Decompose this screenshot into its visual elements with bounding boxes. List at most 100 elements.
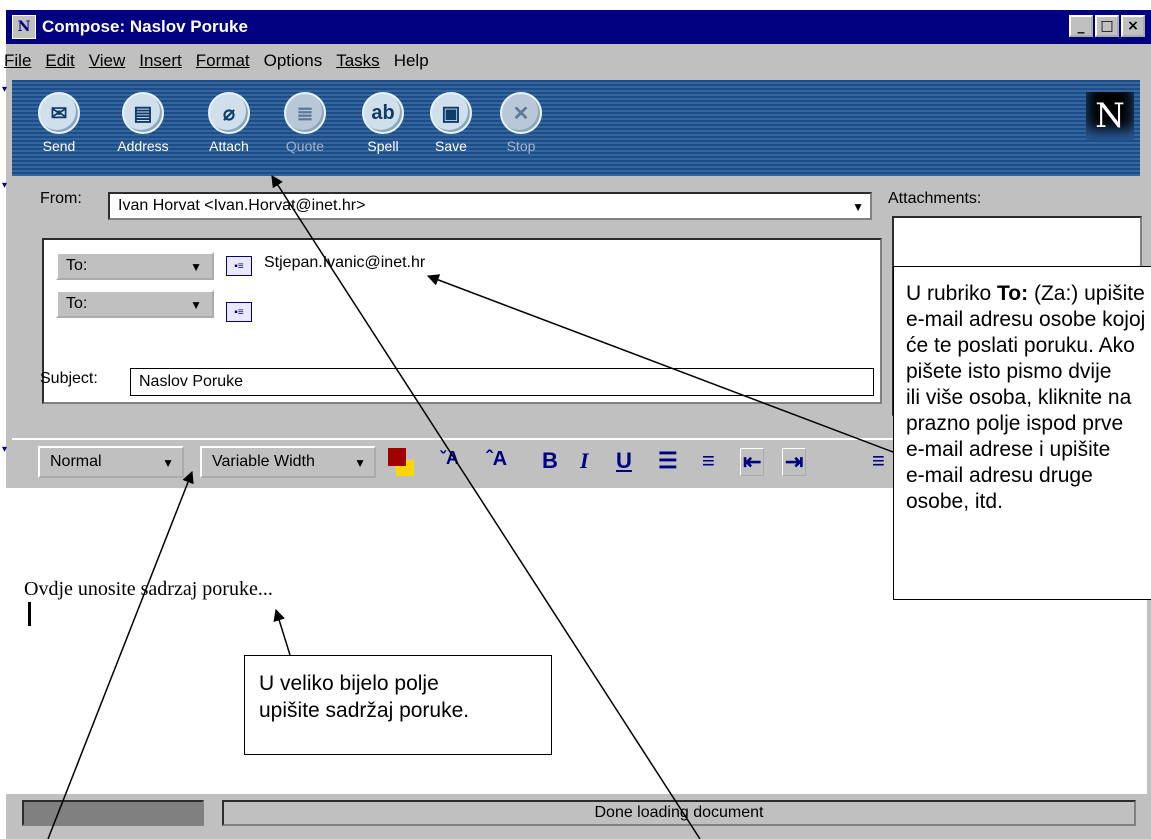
address-book-icon: ▤ [122, 92, 164, 134]
send-label: Send [42, 138, 76, 154]
alignment-icon[interactable]: ≡ [872, 448, 885, 474]
callout-to-line-5: ili više osoba, kliknite na [906, 386, 1132, 409]
recipient-type-2: To: [66, 295, 88, 312]
close-button[interactable]: × [1121, 15, 1145, 37]
chevron-down-icon: ▼ [190, 298, 202, 312]
menu-tasks-label: Tasks [336, 51, 380, 70]
menu-insert[interactable]: Insert [139, 51, 182, 71]
save-button[interactable]: ▣ Save [416, 92, 486, 154]
callout-to-lead: U rubriko [906, 282, 998, 305]
menu-edit-label: Edit [45, 51, 75, 70]
menu-view-label: View [88, 51, 126, 70]
menu-help[interactable]: Help [394, 51, 429, 71]
stop-icon: ✕ [500, 92, 542, 134]
toolbar-grip-icon[interactable]: ▾ [2, 84, 10, 95]
callout-to-line-6: prazno polje ispod prve [906, 412, 1124, 435]
address-card-icon[interactable]: ▪≡ [226, 302, 252, 322]
status-bar: Done loading document [6, 794, 1147, 839]
chevron-down-icon: ▼ [354, 456, 366, 470]
callout-to-line-4: pišete isto pismo dvije [906, 360, 1112, 383]
spell-button[interactable]: ab Spell [348, 92, 418, 154]
menu-file-label: File [4, 51, 32, 70]
address-button[interactable]: ▤ Address [108, 92, 178, 154]
send-button[interactable]: ✉ Send [24, 92, 94, 154]
from-value: Ivan Horvat <Ivan.Horvat@inet.hr> [118, 197, 366, 214]
bold-icon[interactable]: B [542, 448, 558, 474]
message-body-text[interactable]: Ovdje unosite sadrzaj poruke... [24, 578, 273, 601]
font-select[interactable]: Variable Width ▼ [200, 446, 376, 478]
callout-to-line-8: e-mail adresu druge [906, 464, 1093, 487]
status-text: Done loading document [222, 800, 1136, 826]
title-bar[interactable]: N Compose: Naslov Poruke _ □ × [6, 10, 1151, 44]
chevron-down-icon: ▼ [162, 456, 174, 470]
recipient-type-select-2[interactable]: To: ▼ [56, 290, 214, 318]
send-icon: ✉ [38, 92, 80, 134]
save-icon: ▣ [430, 92, 472, 134]
address-grip-icon[interactable]: ▾ [2, 180, 10, 191]
paragraph-style-value: Normal [50, 453, 102, 470]
menu-bar: File Edit View Insert Format Options Tas… [4, 46, 429, 76]
decrease-indent-icon[interactable]: ⇤ [740, 448, 765, 476]
increase-indent-icon[interactable]: ⇥ [782, 448, 807, 476]
from-label: From: [40, 190, 82, 207]
menu-file[interactable]: File [4, 51, 31, 71]
spell-label: Spell [367, 138, 399, 154]
paragraph-style-select[interactable]: Normal ▼ [38, 446, 184, 478]
stop-label: Stop [506, 138, 536, 154]
callout-to-line-1: (Za:) upišite [1028, 282, 1145, 305]
quote-label: Quote [285, 138, 325, 154]
menu-tasks[interactable]: Tasks [336, 51, 379, 71]
bullet-list-icon[interactable]: ☰ [658, 448, 678, 474]
font-value: Variable Width [212, 453, 315, 470]
text-color-button[interactable] [388, 446, 418, 478]
quote-icon: ≣ [284, 92, 326, 134]
attach-button[interactable]: ⌀ Attach [194, 92, 264, 154]
menu-insert-label: Insert [139, 51, 182, 70]
menu-format[interactable]: Format [196, 51, 250, 71]
subject-label: Subject: [40, 370, 98, 387]
netscape-logo[interactable]: N [1086, 92, 1134, 140]
callout-to-line-2: e-mail adresu osobe kojoj [906, 308, 1146, 331]
window-title: Compose: Naslov Poruke [42, 17, 248, 36]
netscape-app-icon: N [12, 15, 36, 39]
quote-button[interactable]: ≣ Quote [270, 92, 340, 154]
subject-input[interactable]: Naslov Poruke [130, 368, 874, 396]
increase-font-size-icon[interactable]: ˆA [486, 448, 507, 471]
from-select[interactable]: Ivan Horvat <Ivan.Horvat@inet.hr> ▼ [108, 192, 872, 220]
stop-button[interactable]: ✕ Stop [486, 92, 556, 154]
callout-to-line-3: će te poslati poruku. Ako [906, 334, 1135, 357]
recipient-type-select-1[interactable]: To: ▼ [56, 252, 214, 280]
text-color-swatch [388, 448, 406, 466]
menu-options[interactable]: Options [264, 51, 323, 71]
recipient-address-1[interactable]: Stjepan.Ivanic@inet.hr [264, 254, 425, 272]
numbered-list-icon[interactable]: ≡ [702, 448, 715, 474]
underline-icon[interactable]: U [616, 448, 632, 474]
save-label: Save [435, 138, 467, 154]
callout-to-line-7: e-mail adrese i upišite [906, 438, 1111, 461]
callout-to-field: U rubriko To: (Za:) upišite e-mail adres… [893, 266, 1151, 600]
menu-edit[interactable]: Edit [45, 51, 74, 71]
spell-check-icon: ab [362, 92, 404, 134]
menu-view[interactable]: View [89, 51, 126, 71]
chevron-down-icon: ▼ [190, 260, 202, 274]
progress-indicator [22, 800, 204, 826]
italic-icon[interactable]: I [580, 448, 589, 474]
paperclip-icon: ⌀ [208, 92, 250, 134]
format-grip-icon[interactable]: ▾ [2, 444, 10, 455]
maximize-button[interactable]: □ [1095, 15, 1119, 37]
callout-to-bold: To: [997, 282, 1029, 305]
attachments-label: Attachments: [888, 190, 982, 207]
callout-body-line-1: U veliko bijelo polje [259, 672, 439, 695]
text-caret [28, 602, 31, 626]
chevron-down-icon: ▼ [852, 200, 864, 214]
menu-format-label: Format [195, 51, 250, 70]
subject-value: Naslov Poruke [139, 373, 244, 390]
minimize-button[interactable]: _ [1069, 15, 1093, 37]
address-card-icon[interactable]: ▪≡ [226, 256, 252, 276]
callout-body-line-2: upišite sadržaj poruke. [259, 699, 470, 722]
main-toolbar: ✉ Send ▤ Address ⌀ Attach ≣ Quote ab Spe… [12, 80, 1140, 176]
address-label: Address [117, 138, 169, 154]
decrease-font-size-icon[interactable]: ˇA [440, 448, 459, 469]
window-controls: _ □ × [1069, 15, 1145, 37]
attach-label: Attach [209, 138, 249, 154]
